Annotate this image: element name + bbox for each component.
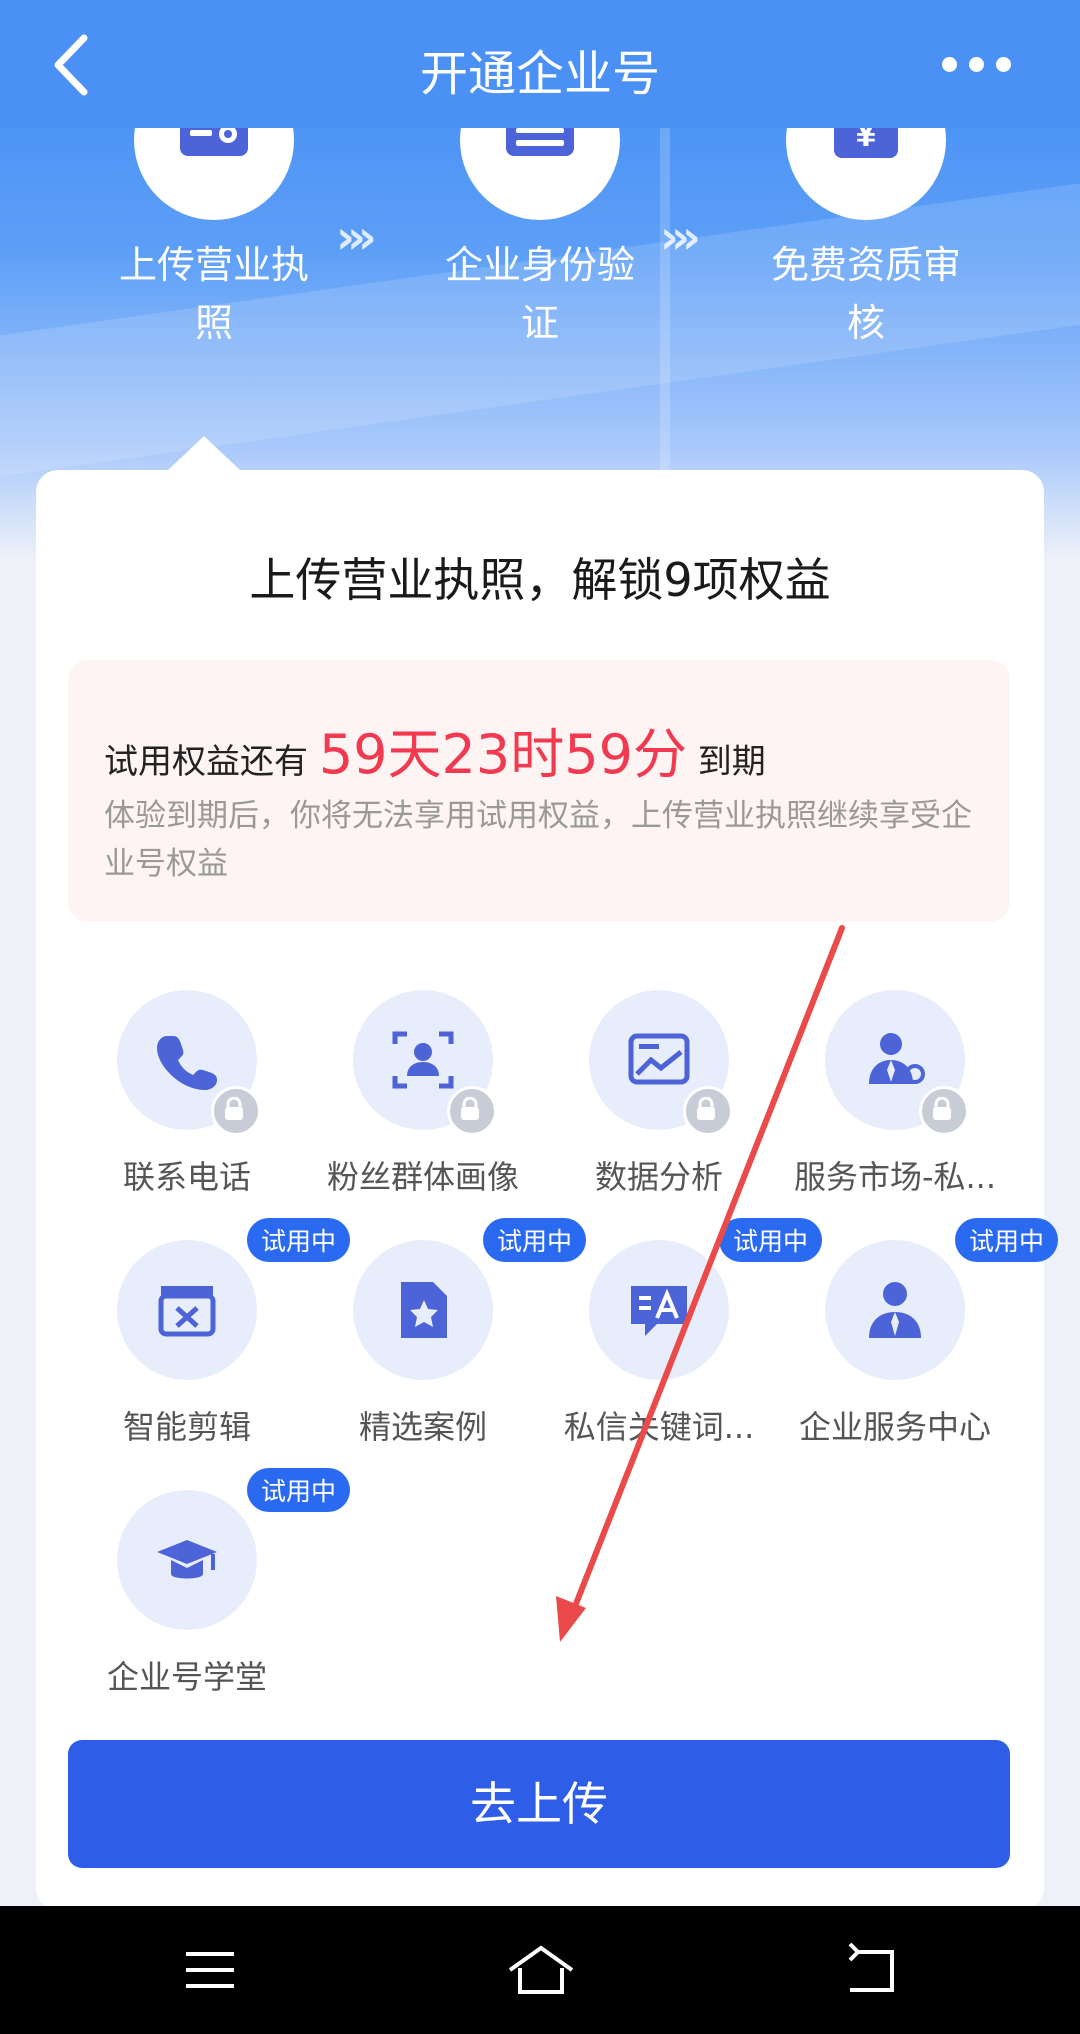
trial-badge: 试用中 [955, 1218, 1059, 1262]
graduation-cap-icon [157, 1540, 217, 1579]
more-options-icon[interactable] [942, 44, 1032, 84]
perk-fan-portrait[interactable]: 粉丝群体画像 [308, 990, 538, 1198]
perk-label: 服务市场-私... [793, 1158, 997, 1196]
perk-label: 企业号学堂 [106, 1658, 267, 1696]
data-chart-icon [628, 1033, 690, 1085]
service-person-icon [869, 1282, 921, 1338]
clapperboard-icon [158, 1286, 216, 1337]
perk-smart-editing[interactable]: 试用中 智能剪辑 [72, 1218, 351, 1448]
step-label: 免费资质审核 [770, 243, 961, 345]
trial-suffix: 到期 [697, 742, 766, 782]
page-title: 开通企业号 [419, 46, 660, 102]
perk-enterprise-service-center[interactable]: 试用中 企业服务中心 [780, 1218, 1059, 1448]
trial-notice: 试用权益还有 59天23时59分 到期 体验到期后，你将无法享用试用权益，上传营… [68, 660, 1010, 922]
menu-icon[interactable] [180, 1940, 240, 2000]
perk-contact-phone[interactable]: 联系电话 [72, 990, 302, 1198]
lock-icon [211, 1086, 261, 1136]
perk-label: 智能剪辑 [122, 1408, 251, 1446]
step-upload-license: 上传营业执照 [64, 60, 364, 352]
top-bar: 开通企业号 [0, 0, 1080, 128]
perk-label: 联系电话 [122, 1158, 251, 1196]
onboarding-steps: 上传营业执照 ››› 企业身份验证 ››› ¥ 免费资质审核 [0, 60, 1080, 400]
trial-prefix: 试用权益还有 [104, 742, 308, 782]
perk-label: 私信关键词... [563, 1408, 755, 1446]
perk-enterprise-academy[interactable]: 试用中 企业号学堂 [72, 1468, 351, 1698]
step-qualification-review: ¥ 免费资质审核 [716, 60, 1016, 352]
card-pointer [166, 436, 242, 472]
lock-icon [919, 1086, 969, 1136]
perk-label: 粉丝群体画像 [326, 1158, 519, 1196]
back-nav-icon[interactable] [840, 1940, 900, 2000]
step-arrows: ››› [660, 210, 701, 264]
home-icon[interactable] [506, 1940, 574, 2000]
perk-data-analysis[interactable]: 数据分析 [544, 990, 774, 1198]
step-arrows: ››› [336, 210, 377, 264]
perk-label: 企业服务中心 [798, 1408, 991, 1446]
message-keyword-icon [631, 1286, 687, 1336]
card-title: 上传营业执照，解锁9项权益 [249, 553, 831, 607]
perk-message-keywords[interactable]: 试用中 私信关键词... [544, 1218, 823, 1448]
service-market-icon [869, 1033, 925, 1084]
step-label: 企业身份验证 [444, 243, 635, 345]
benefits-card: 上传营业执照，解锁9项权益 试用权益还有 59天23时59分 到期 体验到期后，… [36, 470, 1059, 1910]
system-nav-bar [0, 1906, 1080, 2034]
perk-service-market[interactable]: 服务市场-私... [780, 990, 1010, 1198]
step-label: 上传营业执照 [118, 243, 309, 345]
perk-label: 精选案例 [358, 1408, 487, 1446]
trial-countdown: 59天23时59分 [318, 723, 687, 786]
phone-icon [157, 1036, 217, 1090]
lock-icon [447, 1086, 497, 1136]
fan-portrait-icon [392, 1031, 454, 1089]
lock-icon [683, 1086, 733, 1136]
trial-badge: 试用中 [247, 1468, 351, 1512]
step-identity-verify: 企业身份验证 [390, 60, 690, 352]
perk-featured-cases[interactable]: 试用中 精选案例 [308, 1218, 587, 1448]
upload-button[interactable]: 去上传 [68, 1740, 1010, 1868]
perk-label: 数据分析 [594, 1158, 723, 1196]
trial-countdown-line: 试用权益还有 59天23时59分 到期 [104, 710, 766, 789]
trial-description: 体验到期后，你将无法享用试用权益，上传营业执照继续享受企业号权益 [104, 798, 972, 882]
star-document-icon [401, 1282, 447, 1338]
